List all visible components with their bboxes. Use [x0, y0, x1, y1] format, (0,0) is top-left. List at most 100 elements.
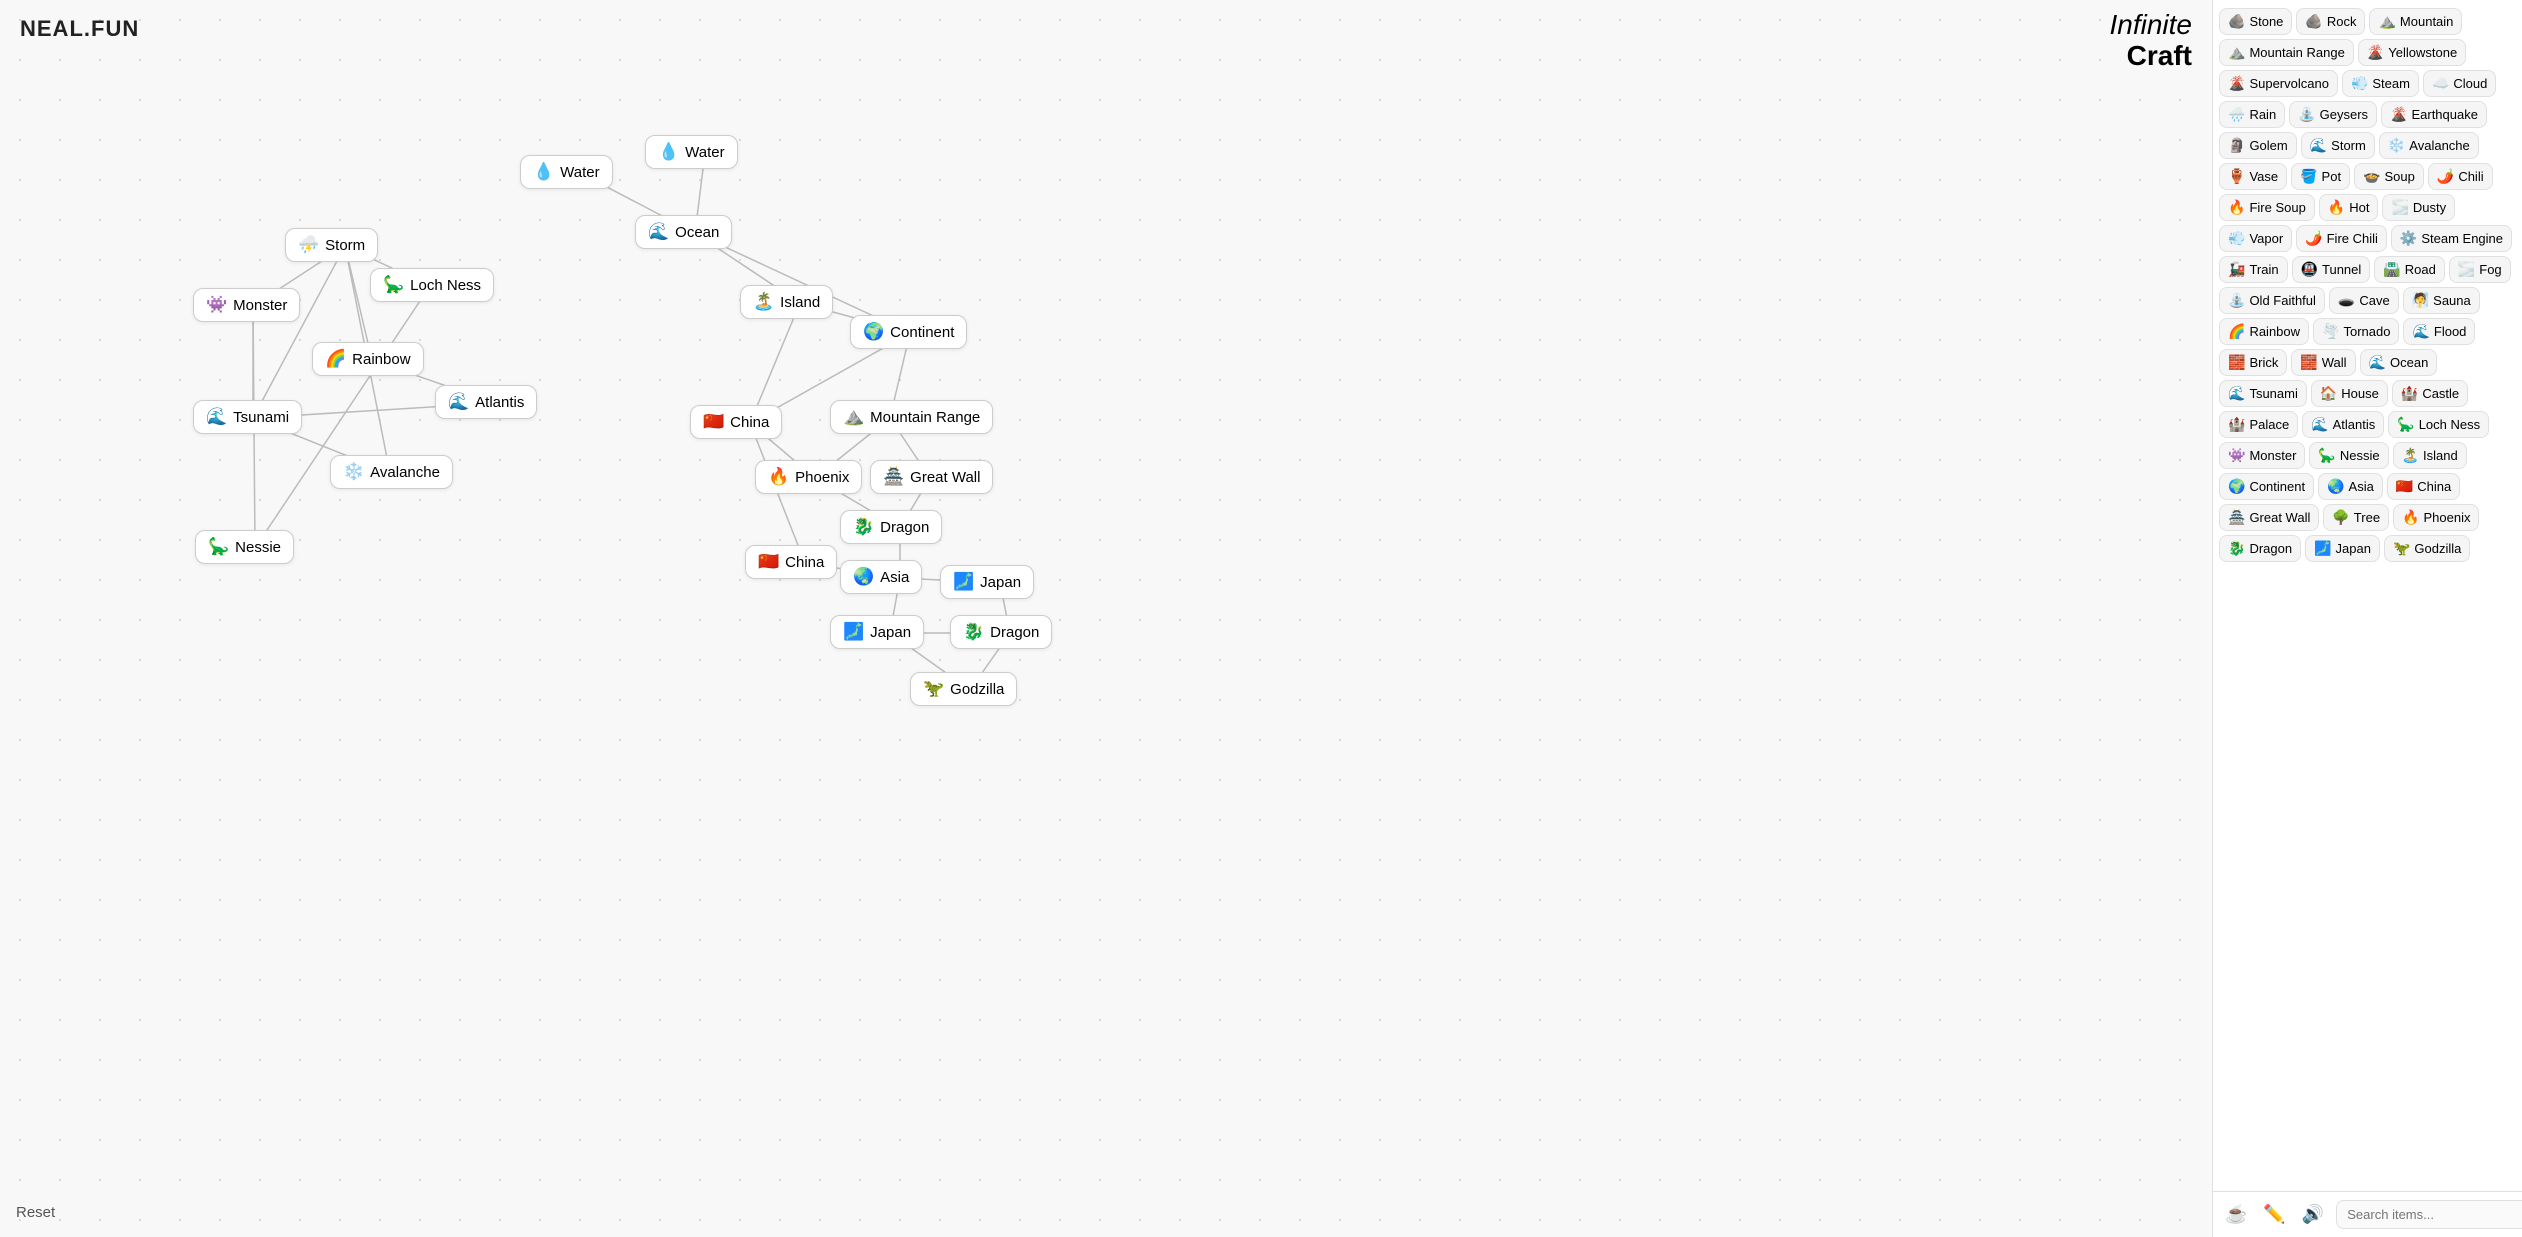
canvas[interactable]: 💧Water💧Water🌊Ocean🏝️Island🌍Continent⛈️St… [0, 0, 2212, 1237]
sidebar-item[interactable]: 🦖Godzilla [2384, 535, 2470, 562]
sidebar-item[interactable]: 🌫️Dusty [2382, 194, 2455, 221]
sidebar-item[interactable]: 🧱Wall [2291, 349, 2355, 376]
node-card[interactable]: 🗾Japan [940, 565, 1034, 599]
node-card[interactable]: 🦖Godzilla [910, 672, 1017, 706]
sidebar-item[interactable]: ⚙️Steam Engine [2391, 225, 2512, 252]
sidebar-item[interactable]: 🦕Loch Ness [2388, 411, 2489, 438]
sidebar-item[interactable]: 🌫️Fog [2449, 256, 2511, 283]
item-label: Steam [2372, 76, 2410, 91]
sidebar-item[interactable]: 🌋Earthquake [2381, 101, 2487, 128]
node-card[interactable]: ⛈️Storm [285, 228, 378, 262]
node-card[interactable]: 🔥Phoenix [755, 460, 862, 494]
sidebar-item[interactable]: 💨Vapor [2219, 225, 2292, 252]
sidebar-item[interactable]: 🌊Tsunami [2219, 380, 2307, 407]
sidebar-item[interactable]: 🏯Great Wall [2219, 504, 2319, 531]
sidebar-item[interactable]: 🌳Tree [2323, 504, 2389, 531]
node-label: Water [560, 164, 599, 181]
node-card[interactable]: ❄️Avalanche [330, 455, 453, 489]
sidebar-item[interactable]: 👾Monster [2219, 442, 2305, 469]
node-emoji: 💧 [658, 142, 679, 162]
node-card[interactable]: 🌏Asia [840, 560, 922, 594]
sidebar-item[interactable]: 🏝️Island [2393, 442, 2467, 469]
node-card[interactable]: 👾Monster [193, 288, 300, 322]
item-label: Tunnel [2322, 262, 2361, 277]
node-card[interactable]: 🌍Continent [850, 315, 967, 349]
sidebar-item[interactable]: 🌈Rainbow [2219, 318, 2309, 345]
node-card[interactable]: 🇨🇳China [690, 405, 782, 439]
sidebar-item[interactable]: 🗾Japan [2305, 535, 2380, 562]
node-card[interactable]: 🦕Loch Ness [370, 268, 494, 302]
sidebar-item[interactable]: 🌊Storm [2301, 132, 2375, 159]
sidebar-item[interactable]: 🌋Yellowstone [2358, 39, 2466, 66]
sidebar-item[interactable]: ⛰️Mountain Range [2219, 39, 2354, 66]
sidebar-item[interactable]: 🌪️Tornado [2313, 318, 2399, 345]
node-card[interactable]: 🐉Dragon [950, 615, 1052, 649]
node-card[interactable]: 🌊Ocean [635, 215, 732, 249]
node-card[interactable]: 🏝️Island [740, 285, 833, 319]
sidebar-item[interactable]: 🏺Vase [2219, 163, 2287, 190]
sidebar-item[interactable]: 🌊Flood [2403, 318, 2475, 345]
search-input[interactable] [2336, 1200, 2522, 1229]
sidebar-item[interactable]: ❄️Avalanche [2379, 132, 2479, 159]
node-emoji: 🌍 [863, 322, 884, 342]
item-label: Vase [2249, 169, 2278, 184]
sidebar-item[interactable]: 🔥Phoenix [2393, 504, 2479, 531]
sidebar-item[interactable]: 🚂Train [2219, 256, 2288, 283]
sidebar-item[interactable]: ⛲Geysers [2289, 101, 2377, 128]
sidebar-item[interactable]: 🏰Castle [2392, 380, 2468, 407]
item-emoji: 💨 [2228, 230, 2245, 247]
sidebar-item[interactable]: 🌧️Rain [2219, 101, 2285, 128]
item-label: House [2341, 386, 2379, 401]
sidebar-item[interactable]: 🧖Sauna [2403, 287, 2480, 314]
node-card[interactable]: 💧Water [645, 135, 738, 169]
sidebar-item[interactable]: ⛰️Mountain [2369, 8, 2462, 35]
item-label: Stone [2249, 14, 2283, 29]
sidebar-item[interactable]: 🚇Tunnel [2292, 256, 2371, 283]
sidebar-item[interactable]: 🧱Brick [2219, 349, 2287, 376]
sidebar-item[interactable]: 🇨🇳China [2387, 473, 2460, 500]
sidebar-item[interactable]: 💨Steam [2342, 70, 2419, 97]
sidebar-item[interactable]: 🛣️Road [2374, 256, 2445, 283]
sidebar-item[interactable]: ☁️Cloud [2423, 70, 2496, 97]
node-card[interactable]: 🇨🇳China [745, 545, 837, 579]
sound-icon[interactable]: 🔊 [2298, 1200, 2328, 1229]
node-label: Dragon [990, 624, 1039, 641]
node-card[interactable]: 🐉Dragon [840, 510, 942, 544]
node-card[interactable]: 💧Water [520, 155, 613, 189]
sidebar-item[interactable]: 🌋Supervolcano [2219, 70, 2338, 97]
sidebar-item[interactable]: 🌏Asia [2318, 473, 2383, 500]
node-card[interactable]: 🌊Atlantis [435, 385, 537, 419]
sidebar-item[interactable]: 🌶️Chili [2428, 163, 2493, 190]
sidebar-item[interactable]: 🗿Golem [2219, 132, 2297, 159]
reset-button[interactable]: Reset [16, 1204, 55, 1221]
edit-icon[interactable]: ✏️ [2259, 1200, 2289, 1229]
node-card[interactable]: ⛰️Mountain Range [830, 400, 993, 434]
sidebar-item[interactable]: 🪨Stone [2219, 8, 2292, 35]
coffee-icon[interactable]: ☕ [2221, 1200, 2251, 1229]
node-card[interactable]: 🦕Nessie [195, 530, 294, 564]
sidebar-item[interactable]: 🌶️Fire Chili [2296, 225, 2387, 252]
sidebar-item[interactable]: 🌍Continent [2219, 473, 2314, 500]
node-card[interactable]: 🗾Japan [830, 615, 924, 649]
sidebar-item[interactable]: 🍲Soup [2354, 163, 2424, 190]
sidebar-item[interactable]: 🪣Pot [2291, 163, 2350, 190]
item-label: Steam Engine [2421, 231, 2503, 246]
sidebar-item[interactable]: 🌊Atlantis [2302, 411, 2384, 438]
node-card[interactable]: 🌈Rainbow [312, 342, 424, 376]
sidebar-item[interactable]: 🏠House [2311, 380, 2388, 407]
sidebar-item[interactable]: ⛲Old Faithful [2219, 287, 2325, 314]
sidebar-item[interactable]: 🔥Fire Soup [2219, 194, 2315, 221]
sidebar-item[interactable]: 🔥Hot [2319, 194, 2379, 221]
node-card[interactable]: 🌊Tsunami [193, 400, 302, 434]
item-emoji: 🇨🇳 [2396, 478, 2413, 495]
sidebar-item[interactable]: 🏰Palace [2219, 411, 2298, 438]
node-card[interactable]: 🏯Great Wall [870, 460, 993, 494]
sidebar-item[interactable]: 🕳️Cave [2329, 287, 2399, 314]
infinite-craft-title: Infinite Craft [2110, 10, 2193, 72]
sidebar-item[interactable]: 🦕Nessie [2309, 442, 2388, 469]
sidebar-item[interactable]: 🐉Dragon [2219, 535, 2301, 562]
sidebar-item[interactable]: 🪨Rock [2296, 8, 2365, 35]
sidebar-item[interactable]: 🌊Ocean [2360, 349, 2438, 376]
item-emoji: 🦕 [2318, 447, 2335, 464]
item-label: Soup [2385, 169, 2415, 184]
